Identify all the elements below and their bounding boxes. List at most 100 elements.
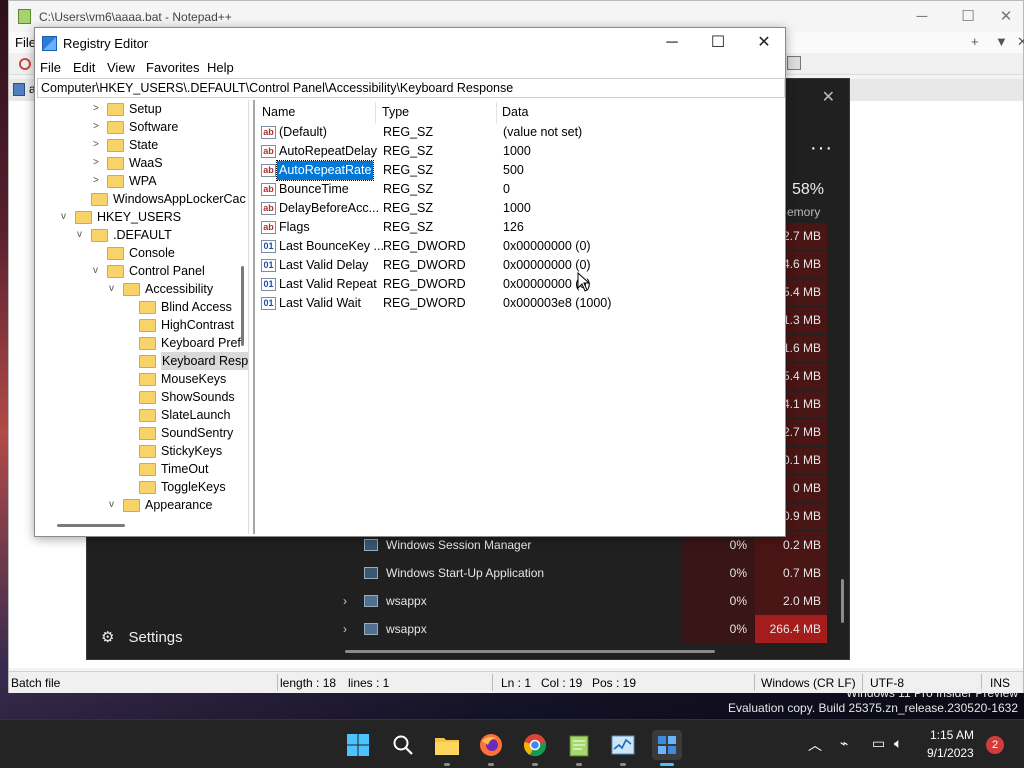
- expand-arrow-icon[interactable]: v: [77, 226, 87, 244]
- registry-value-row[interactable]: 01 Last BounceKey ... REG_DWORD 0x00000000 …: [260, 237, 780, 256]
- taskbar-time[interactable]: 1:15 AM: [930, 728, 974, 742]
- tree-horizontal-scrollbar[interactable]: [57, 524, 125, 527]
- value-name: AutoRepeatDelay: [279, 144, 377, 158]
- tree-node-label: SlateLaunch: [161, 408, 231, 422]
- close-icon[interactable]: ✕: [741, 28, 787, 58]
- mouse-cursor-icon: [577, 272, 591, 292]
- minimize-icon[interactable]: ─: [649, 28, 695, 58]
- status-lines: lines : 1: [348, 676, 390, 690]
- gear-process-icon: [364, 623, 378, 635]
- registry-value-row[interactable]: 01 Last Valid Repeat REG_DWORD 0x00000000 (…: [260, 275, 780, 294]
- process-memory: 2.0 MB: [755, 587, 827, 615]
- expand-arrow-icon[interactable]: v: [109, 280, 119, 298]
- expand-arrow-icon[interactable]: >: [93, 136, 103, 154]
- value-name: BounceTime: [279, 182, 349, 196]
- registry-value-row[interactable]: ab (Default) REG_SZ (value not set): [260, 123, 780, 142]
- process-row[interactable]: › wsappx 0% 2.0 MB: [329, 587, 849, 615]
- registry-value-row[interactable]: 01 Last Valid Wait REG_DWORD 0x000003e8 (10…: [260, 294, 780, 313]
- expand-arrow-icon[interactable]: v: [61, 208, 71, 226]
- task-manager-button[interactable]: [608, 730, 638, 760]
- folder-icon: [107, 265, 124, 278]
- process-memory: 266.4 MB: [755, 615, 827, 643]
- registry-value-row[interactable]: ab BounceTime REG_SZ 0: [260, 180, 780, 199]
- expand-icon[interactable]: ›: [343, 587, 347, 615]
- minimize-icon[interactable]: ─: [899, 1, 945, 32]
- value-type: REG_SZ: [383, 125, 434, 139]
- string-value-icon: ab: [261, 183, 276, 196]
- process-row[interactable]: › wsappx 0% 266.4 MB: [329, 615, 849, 643]
- file-explorer-button[interactable]: [432, 730, 462, 760]
- column-header-type[interactable]: Type: [382, 102, 409, 122]
- address-bar[interactable]: Computer\HKEY_USERS\.DEFAULT\Control Pan…: [37, 78, 785, 98]
- expand-arrow-icon[interactable]: v: [93, 262, 103, 280]
- folder-icon: [435, 738, 459, 755]
- more-options-icon[interactable]: ···: [810, 137, 833, 160]
- menu-favorites[interactable]: Favorites: [146, 60, 199, 75]
- close-icon[interactable]: ✕: [822, 87, 835, 107]
- menu-view[interactable]: View: [107, 60, 135, 75]
- registry-value-row[interactable]: ab AutoRepeatDelay REG_SZ 1000: [260, 142, 780, 161]
- taskbar-date[interactable]: 9/1/2023: [927, 746, 974, 760]
- menu-file[interactable]: File: [15, 35, 36, 50]
- value-type: REG_SZ: [383, 163, 434, 177]
- horizontal-scrollbar[interactable]: [345, 650, 715, 653]
- search-button[interactable]: [388, 730, 418, 760]
- tree-node-label: ToggleKeys: [161, 480, 226, 494]
- registry-value-row[interactable]: ab DelayBeforeAcc... REG_SZ 1000: [260, 199, 780, 218]
- tree-node-label: MouseKeys: [161, 372, 227, 386]
- close-icon[interactable]: ✕: [983, 1, 1024, 32]
- value-type: REG_SZ: [383, 144, 434, 158]
- toolbar-icon[interactable]: [787, 56, 801, 70]
- value-name: Flags: [279, 220, 310, 234]
- value-type: REG_DWORD: [383, 258, 466, 272]
- tree-node-label: Software: [129, 120, 179, 134]
- start-button[interactable]: [343, 730, 373, 760]
- expand-arrow-icon[interactable]: >: [93, 100, 103, 118]
- folder-icon: [107, 247, 124, 260]
- tree-node-label: ShowSounds: [161, 390, 235, 404]
- process-name: wsappx: [386, 622, 427, 636]
- memory-column-header[interactable]: emory: [787, 205, 820, 219]
- settings-nav-item[interactable]: ⚙ Settings: [101, 628, 183, 646]
- tree-node-label: TimeOut: [161, 462, 209, 476]
- vertical-scrollbar[interactable]: [841, 579, 844, 623]
- tree-vertical-scrollbar[interactable]: [241, 266, 244, 346]
- value-name: (Default): [279, 125, 327, 139]
- maximize-icon[interactable]: ☐: [695, 28, 741, 58]
- registry-editor-button[interactable]: [652, 730, 682, 760]
- menu-file[interactable]: File: [40, 60, 61, 75]
- watermark-edition: Windows 11 Pro Insider Preview: [846, 686, 1018, 700]
- record-icon[interactable]: [19, 58, 31, 70]
- expand-icon[interactable]: ›: [343, 615, 347, 643]
- value-data: 0: [503, 182, 510, 196]
- expand-arrow-icon[interactable]: >: [93, 172, 103, 190]
- expand-arrow-icon[interactable]: >: [93, 154, 103, 172]
- column-header-name[interactable]: Name: [262, 102, 295, 122]
- string-value-icon: ab: [261, 221, 276, 234]
- process-row[interactable]: Windows Start-Up Application 0% 0.7 MB: [329, 559, 849, 587]
- expand-arrow-icon[interactable]: >: [93, 118, 103, 136]
- registry-editor-window: Registry Editor ─ ☐ ✕ File Edit View Fav…: [34, 27, 786, 537]
- menu-help[interactable]: Help: [207, 60, 234, 75]
- notification-badge[interactable]: 2: [986, 736, 1004, 754]
- tree-node-label: Control Panel: [129, 264, 205, 278]
- new-tab-icon[interactable]: +: [971, 34, 979, 49]
- status-eol[interactable]: Windows (CR LF): [761, 676, 856, 690]
- firefox-button[interactable]: [476, 730, 506, 760]
- column-header-data[interactable]: Data: [502, 102, 528, 122]
- network-disconnected-icon[interactable]: ⌁: [840, 735, 848, 752]
- display-icon[interactable]: ▭: [872, 735, 885, 752]
- tab-list-icon[interactable]: ▼: [995, 34, 1008, 49]
- expand-arrow-icon[interactable]: v: [109, 496, 119, 514]
- notepadpp-button[interactable]: [564, 730, 594, 760]
- show-hidden-icons-chevron-icon[interactable]: ︿: [808, 735, 822, 755]
- pane-splitter[interactable]: [253, 100, 255, 534]
- close-tab-icon[interactable]: ✕: [1017, 34, 1024, 50]
- string-value-icon: ab: [261, 145, 276, 158]
- chrome-button[interactable]: [520, 730, 550, 760]
- volume-icon[interactable]: 🔈︎: [894, 735, 902, 752]
- registry-value-row[interactable]: ab Flags REG_SZ 126: [260, 218, 780, 237]
- registry-value-row[interactable]: 01 Last Valid Delay REG_DWORD 0x00000000 (0…: [260, 256, 780, 275]
- menu-edit[interactable]: Edit: [73, 60, 95, 75]
- registry-value-row-selected[interactable]: ab AutoRepeatRate REG_SZ 500: [260, 160, 780, 181]
